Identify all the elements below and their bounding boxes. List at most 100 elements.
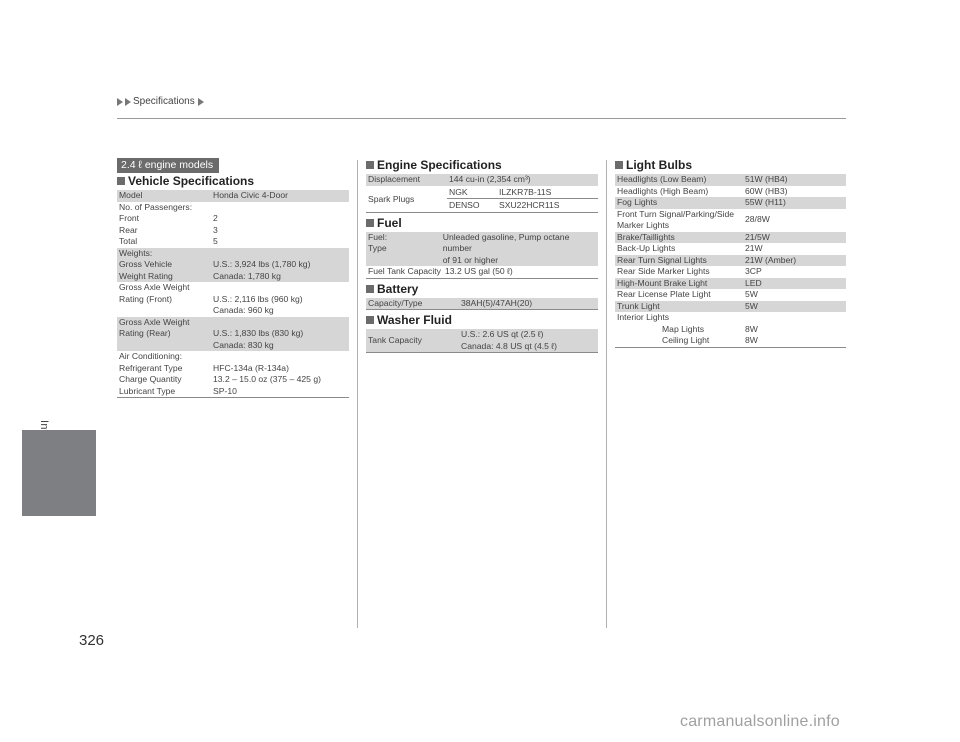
row-value: LED (745, 277, 762, 288)
page-number: 326 (79, 632, 105, 649)
table-row: Fog Lights 55W (H11) (615, 197, 846, 209)
table-row: Headlights (Low Beam) 51W (HB4) (615, 174, 846, 186)
section-title: Vehicle Specifications (117, 174, 349, 188)
row-label: Tank Capacity (368, 334, 422, 345)
row-label: Total (119, 236, 138, 246)
row-value: 13.2 – 15.0 oz (375 – 425 g) (213, 374, 321, 384)
engine-models-badge: 2.4 ℓ engine models (117, 158, 220, 173)
light-bulbs-column: Light Bulbs Headlights (Low Beam) 51W (HB… (615, 158, 846, 348)
table-row: Gross Axle Weight Rating (Rear) U.S.: 1,… (117, 316, 349, 351)
table-row: Gross Axle Weight Rating (Front) U.S.: 2… (117, 282, 349, 317)
column-divider (357, 160, 358, 628)
row-value: 144 cu-in (2,354 cm³) (449, 174, 531, 184)
row-value: 3CP (745, 266, 762, 276)
row-value: 2 (213, 213, 218, 223)
row-value (211, 248, 215, 260)
column-divider (606, 160, 607, 628)
section-title: Battery (366, 282, 598, 296)
breadcrumb-label[interactable]: Specifications (133, 96, 195, 107)
row-value: 3 (213, 224, 218, 235)
row-label: Trunk Light (617, 300, 660, 311)
row-value: 5W (745, 300, 758, 311)
table-row: Model Honda Civic 4-Door (117, 190, 349, 202)
row-label: Fog Lights (617, 197, 658, 207)
vehicle-specs-section: Vehicle Specifications Model Honda Civic … (117, 174, 349, 398)
battery-table: Capacity/Type 38AH(5)/47AH(20) (366, 297, 598, 310)
washer-fluid-title: Washer Fluid (377, 313, 452, 327)
battery-title: Battery (377, 281, 419, 296)
row-label: Gross Axle Weight Rating (Rear) (119, 316, 190, 339)
row-label: Displacement (368, 174, 421, 184)
row-label: Model (119, 190, 143, 200)
row-value: 55W (H11) (745, 197, 786, 207)
square-bullet-icon (366, 284, 374, 293)
table-row: Rear Turn Signal Lights 21W (Amber) (615, 254, 846, 266)
square-bullet-icon (366, 218, 374, 227)
row-label: Weights: (119, 247, 153, 258)
row-label: Rear License Plate Light (617, 289, 711, 299)
row-value: 51W (HB4) (745, 174, 788, 184)
row-label: Front Turn Signal/Parking/Side Marker Li… (617, 208, 735, 231)
section-title: Engine Specifications (366, 158, 598, 172)
vehicle-specs-title: Vehicle Specifications (128, 174, 255, 188)
table-row: High-Mount Brake Light LED (615, 277, 846, 289)
row-value: Honda Civic 4-Door (213, 190, 288, 200)
row-label: Charge Quantity (119, 374, 182, 384)
watermark: carmanualsonline.info (680, 713, 840, 730)
row-label: Headlights (Low Beam) (617, 174, 707, 184)
table-row: Total 5 (117, 236, 349, 248)
row-value: 8W (745, 335, 758, 345)
table-row: Interior Lights (615, 312, 846, 324)
section-title: Light Bulbs (615, 158, 846, 172)
row-label: Rear Turn Signal Lights (617, 254, 707, 265)
header-rule (117, 118, 846, 119)
table-row: Rear Side Marker Lights 3CP (615, 266, 846, 278)
square-bullet-icon (366, 161, 374, 169)
table-row: Capacity/Type 38AH(5)/47AH(20) (366, 297, 598, 309)
table-row: Ceiling Light 8W (615, 335, 846, 347)
engine-column: Engine Specifications Displacement 144 c… (366, 158, 598, 353)
row-label: Front (119, 213, 140, 223)
vehicle-specs-table: Model Honda Civic 4-Door No. of Passengers… (117, 190, 349, 398)
spark-plug-brand: NGK (449, 186, 468, 197)
section-title: Washer Fluid (366, 313, 598, 327)
row-label: Fuel Tank Capacity (368, 266, 441, 276)
table-row: Lubricant Type SP-10 (117, 386, 349, 398)
table-row: Front Turn Signal/Parking/Side Marker Li… (615, 209, 846, 232)
row-label: Lubricant Type (119, 385, 176, 396)
arrow-icon (197, 97, 204, 106)
row-value (211, 351, 215, 363)
row-label: Spark Plugs (368, 193, 415, 204)
row-label: Air Conditioning: (119, 351, 183, 361)
row-label: Map Lights (662, 323, 705, 334)
table-row: No. of Passengers: (117, 202, 349, 214)
table-row: Rear 3 (117, 225, 349, 237)
table-row: Gross Vehicle Weight Rating U.S.: 3,924 l… (117, 259, 349, 282)
row-value: 60W (HB3) (745, 185, 788, 196)
section-title: Fuel (366, 216, 598, 230)
fuel-table: Fuel: Type Unleaded gasoline, Pump octane… (366, 231, 598, 279)
row-label: Capacity/Type (368, 297, 423, 308)
table-row: Displacement 144 cu-in (2,354 cm³) (366, 174, 598, 186)
row-label: Headlights (High Beam) (617, 185, 709, 196)
row-label: Gross Axle Weight Rating (Front) (119, 282, 190, 304)
arrow-icon (117, 97, 123, 106)
row-value: 8W (745, 323, 758, 334)
square-bullet-icon (117, 177, 125, 185)
table-row: Weights: (117, 247, 349, 260)
spark-plug-part: SXU22HCR11S (499, 200, 560, 210)
table-row: Back-Up Lights 21W (615, 243, 846, 255)
spark-plug-brand: DENSO (449, 200, 480, 210)
table-row: Charge Quantity 13.2 – 15.0 oz (375 – 425… (117, 374, 349, 386)
breadcrumb[interactable]: Specifications (117, 96, 205, 107)
table-row: Refrigerant Type HFC-134a (R-134a) (117, 363, 349, 375)
row-value: 21/5W (745, 231, 770, 242)
row-label: Back-Up Lights (617, 243, 676, 253)
row-label: No. of Passengers: (119, 201, 193, 212)
row-label: Rear (119, 224, 138, 235)
light-bulbs-title: Light Bulbs (626, 158, 692, 172)
row-value: 13.2 US gal (50 ℓ) (445, 266, 513, 276)
row-value: 28/8W (745, 214, 770, 225)
section-tab[interactable] (22, 430, 96, 516)
table-row: Map Lights 8W (615, 324, 846, 336)
